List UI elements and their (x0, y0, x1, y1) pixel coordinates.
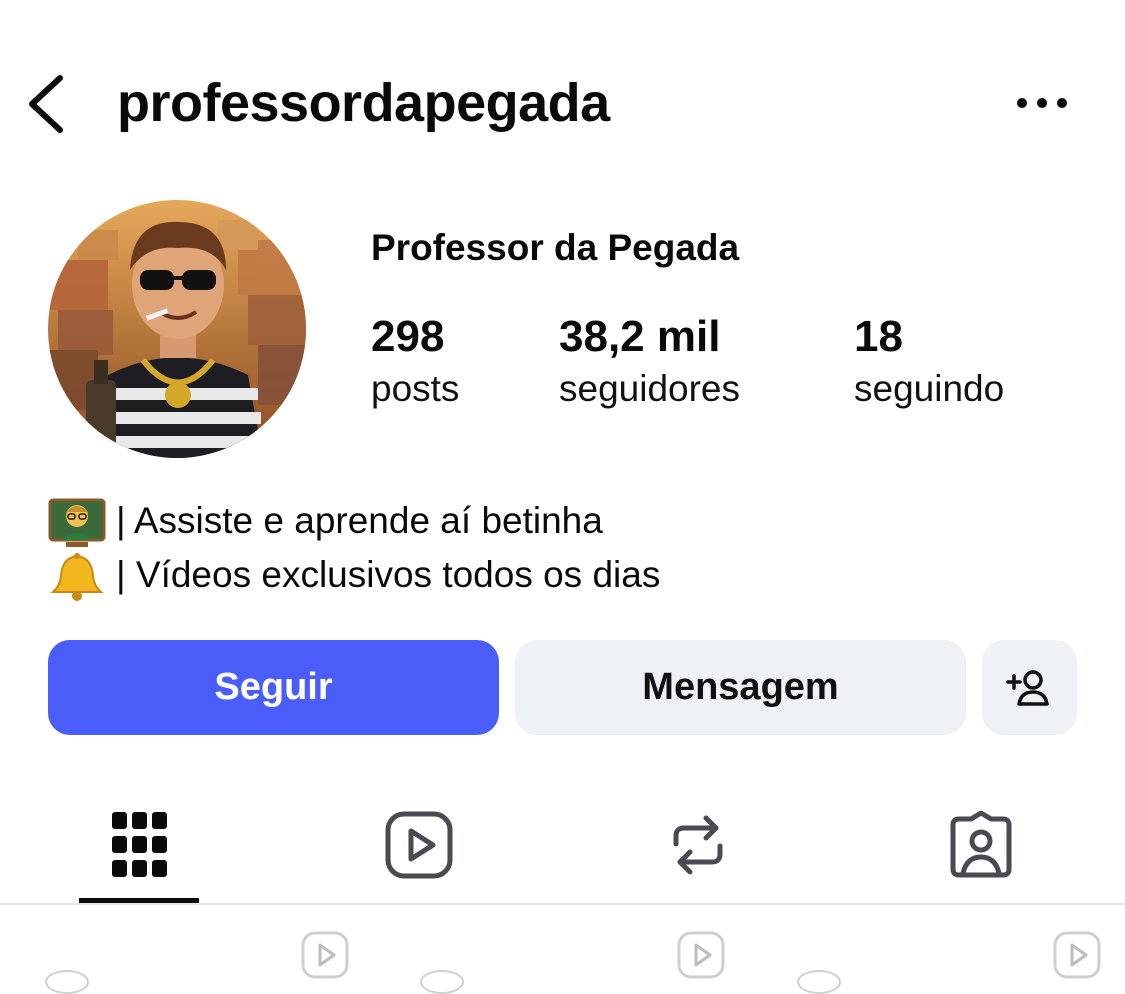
bio-text: | Vídeos exclusivos todos os dias (116, 554, 661, 595)
bio-text: | Assiste e aprende aí betinha (116, 500, 603, 541)
teacher-emoji-icon (48, 498, 106, 548)
reel-badge-icon[interactable] (676, 930, 726, 980)
profile-username: professordapegada (117, 73, 610, 133)
reel-badge-icon[interactable] (300, 930, 350, 980)
reel-badge-icon[interactable] (1052, 930, 1102, 980)
stat-following-count: 18 (854, 312, 903, 361)
stat-followers-count: 38,2 mil (559, 312, 721, 361)
tab-posts-grid[interactable] (20, 790, 260, 900)
stat-following[interactable]: 18 seguindo (854, 310, 1004, 414)
stat-posts-count: 298 (371, 312, 445, 361)
thumbnail-edge (797, 970, 841, 994)
more-options-icon[interactable] (1012, 88, 1072, 118)
tab-reposts[interactable] (578, 790, 818, 900)
bell-emoji-icon (48, 552, 106, 602)
thumbnail-edge (45, 970, 89, 994)
stat-following-label: seguindo (854, 368, 1005, 409)
stat-followers-label: seguidores (559, 368, 741, 409)
reposts-icon (673, 815, 723, 875)
stat-followers[interactable]: 38,2 mil seguidores (559, 310, 740, 414)
tab-divider (0, 903, 1125, 905)
profile-avatar[interactable] (48, 200, 306, 458)
add-person-button[interactable] (982, 640, 1077, 735)
thumbnail-edge (420, 970, 464, 994)
grid-icon (112, 812, 167, 877)
follow-button[interactable]: Seguir (48, 640, 499, 735)
stat-posts-label: posts (371, 368, 460, 409)
stat-posts[interactable]: 298 posts (371, 310, 459, 414)
tagged-icon (950, 811, 1012, 878)
tab-reels[interactable] (299, 790, 539, 900)
bio-line: | Vídeos exclusivos todos os dias (48, 548, 660, 602)
bio-line: | Assiste e aprende aí betinha (48, 494, 603, 548)
message-button[interactable]: Mensagem (515, 640, 966, 735)
profile-display-name: Professor da Pegada (371, 227, 740, 268)
tab-tagged[interactable] (861, 790, 1101, 900)
reels-icon (385, 811, 453, 879)
add-person-icon (1005, 669, 1049, 706)
back-arrow-icon[interactable] (22, 72, 70, 136)
